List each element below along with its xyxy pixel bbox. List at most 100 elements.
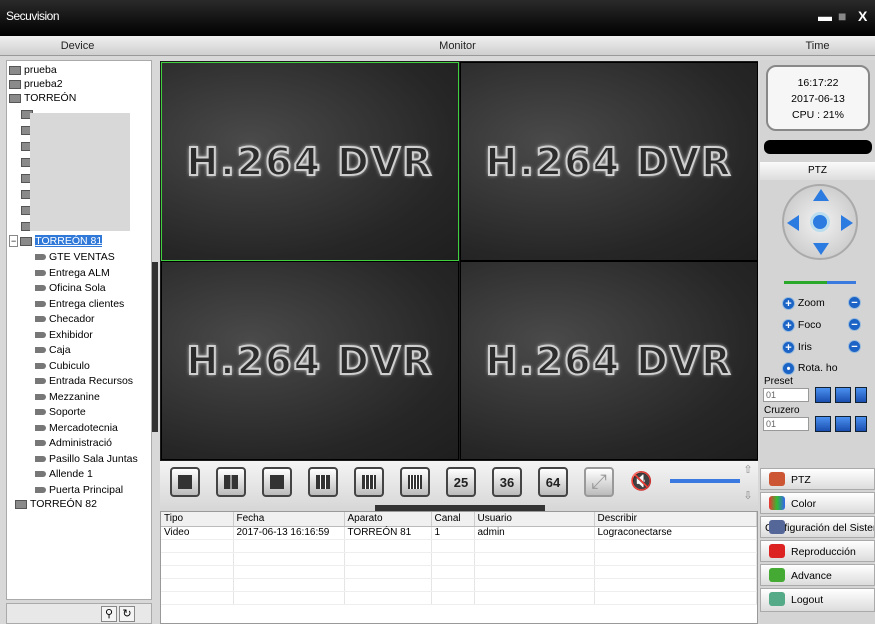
minimize-button[interactable]: ▬ [818, 8, 832, 24]
preset-select[interactable]: 01 [763, 388, 809, 402]
monitor-header: Monitor [155, 36, 760, 56]
tree-group-torreon-81[interactable]: − TORREÓN 81 [9, 235, 103, 248]
layout-6-button[interactable] [262, 467, 292, 497]
ptz-center-button[interactable] [810, 212, 830, 232]
zoom-label: Zoom [797, 297, 825, 309]
layout-1-button[interactable] [170, 467, 200, 497]
layout-4-button[interactable] [216, 467, 246, 497]
search-icon[interactable]: ⚲ [101, 606, 117, 622]
nav-advance[interactable]: Advance [760, 564, 875, 586]
camera-label: Puerta Principal [49, 483, 124, 496]
ptz-left-icon[interactable] [787, 215, 799, 231]
log-col[interactable]: Usuario [474, 512, 595, 527]
nav-color[interactable]: Color [760, 492, 875, 514]
layout-13-button[interactable] [354, 467, 384, 497]
camera-item[interactable]: Allende 1 [35, 468, 93, 481]
log-cell: TORREÓN 81 [344, 526, 432, 540]
refresh-icon[interactable]: ↻ [119, 606, 135, 622]
video-cell-2[interactable]: H.264 DVR [460, 62, 758, 261]
tree-item[interactable]: prueba2 [9, 78, 63, 91]
tooltip-placeholder [30, 113, 130, 231]
camera-item[interactable]: Soporte [35, 406, 86, 419]
mute-icon[interactable]: 🔇 [630, 471, 652, 492]
focus-label: Foco [797, 319, 822, 331]
ptz-up-icon[interactable] [813, 189, 829, 201]
camera-item[interactable]: Puerta Principal [35, 484, 123, 497]
nav-system-config[interactable]: Configuración del Sistema [760, 516, 875, 538]
panel-splitter[interactable] [152, 262, 158, 432]
camera-item[interactable]: Administració [35, 437, 112, 450]
camera-item[interactable]: Entrada Recursos [35, 375, 133, 388]
zoom-out-icon[interactable]: − [848, 296, 861, 309]
cruise-select[interactable]: 01 [763, 417, 809, 431]
layout-9-button[interactable] [308, 467, 338, 497]
layout-16-button[interactable] [400, 467, 430, 497]
scroll-down-icon[interactable]: ⇩ [740, 489, 756, 503]
video-cell-1[interactable]: H.264 DVR [161, 62, 459, 261]
tree-group-torreon-82[interactable]: TORREÓN 82 [15, 498, 97, 511]
ptz-speed-slider[interactable] [784, 281, 856, 284]
rotate-icon[interactable]: • [782, 361, 795, 375]
log-col[interactable]: Canal [431, 512, 475, 527]
nav-ptz[interactable]: PTZ [760, 468, 875, 490]
cruise-grid-icon[interactable] [855, 416, 867, 432]
zoom-in-icon[interactable]: + [782, 296, 795, 310]
log-col[interactable]: Tipo [161, 512, 234, 527]
title-bar: Secuvision ▬ ■ X [0, 0, 875, 36]
iris-close-icon[interactable]: − [848, 340, 861, 353]
focus-in-icon[interactable]: + [782, 318, 795, 332]
clock-date: 2017-06-13 [791, 93, 845, 105]
camera-item[interactable]: GTE VENTAS [35, 251, 115, 264]
nav-playback[interactable]: Reproducción [760, 540, 875, 562]
camera-item[interactable]: Mercadotecnia [35, 422, 118, 435]
video-cell-3[interactable]: H.264 DVR [161, 261, 459, 460]
cruise-stop-icon[interactable] [835, 416, 851, 432]
layout-64-button[interactable]: 64 [538, 467, 568, 497]
log-cell: Lograconectarse [594, 526, 757, 540]
layout-25-button[interactable]: 25 [446, 467, 476, 497]
device-tree[interactable]: prueba prueba2 TORREÓN − TORREÓN 81 GTE V… [6, 60, 152, 600]
close-button[interactable]: X [858, 8, 867, 24]
scroll-up-icon[interactable]: ⇧ [740, 463, 756, 477]
ptz-right-icon[interactable] [841, 215, 853, 231]
camera-item[interactable]: Caja [35, 344, 71, 357]
log-col[interactable]: Describir [594, 512, 757, 527]
preset-remove-icon[interactable] [855, 387, 867, 403]
log-col[interactable]: Fecha [233, 512, 345, 527]
video-watermark: H.264 DVR [185, 139, 434, 185]
camera-label: Cubiculo [49, 359, 90, 372]
camera-item[interactable]: Exhibidor [35, 329, 93, 342]
ptz-down-icon[interactable] [813, 243, 829, 255]
camera-item[interactable]: Entrega ALM [35, 267, 110, 280]
log-col[interactable]: Aparato [344, 512, 432, 527]
cruise-play-icon[interactable] [815, 416, 831, 432]
camera-item[interactable]: Entrega clientes [35, 298, 124, 311]
log-cell: Video [161, 526, 234, 540]
tree-item[interactable]: prueba [9, 64, 57, 77]
video-cell-4[interactable]: H.264 DVR [460, 261, 758, 460]
camera-item[interactable]: Cubiculo [35, 360, 90, 373]
tree-item[interactable]: TORREÓN [9, 92, 76, 105]
camera-item[interactable]: Oficina Sola [35, 282, 106, 295]
nav-logout[interactable]: Logout [760, 588, 875, 612]
camera-item[interactable]: Checador [35, 313, 95, 326]
layout-36-button[interactable]: 36 [492, 467, 522, 497]
focus-out-icon[interactable]: − [848, 318, 861, 331]
preset-goto-icon[interactable] [815, 387, 831, 403]
table-row[interactable]: Video 2017-06-13 16:16:59 TORREÓN 81 1 a… [161, 526, 757, 540]
fullscreen-icon[interactable]: ⤢ [584, 467, 614, 497]
volume-slider[interactable] [670, 479, 740, 483]
layout-toolbar: 25 36 64 ⤢ 🔇 ⇧ ⇩ [160, 461, 758, 511]
preset-add-icon[interactable] [835, 387, 851, 403]
layout-16-icon [408, 475, 422, 489]
camera-item[interactable]: Mezzanine [35, 391, 100, 404]
collapse-icon[interactable]: − [9, 235, 19, 247]
camera-icon [35, 378, 46, 385]
iris-open-icon[interactable]: + [782, 340, 795, 354]
camera-icon [35, 393, 46, 400]
maximize-button[interactable]: ■ [838, 8, 846, 24]
tree-item-label: TORREÓN [24, 92, 77, 104]
camera-item[interactable]: Pasillo Sala Juntas [35, 453, 138, 466]
ptz-joystick[interactable] [782, 184, 858, 260]
camera-label: Mezzanine [49, 390, 100, 403]
